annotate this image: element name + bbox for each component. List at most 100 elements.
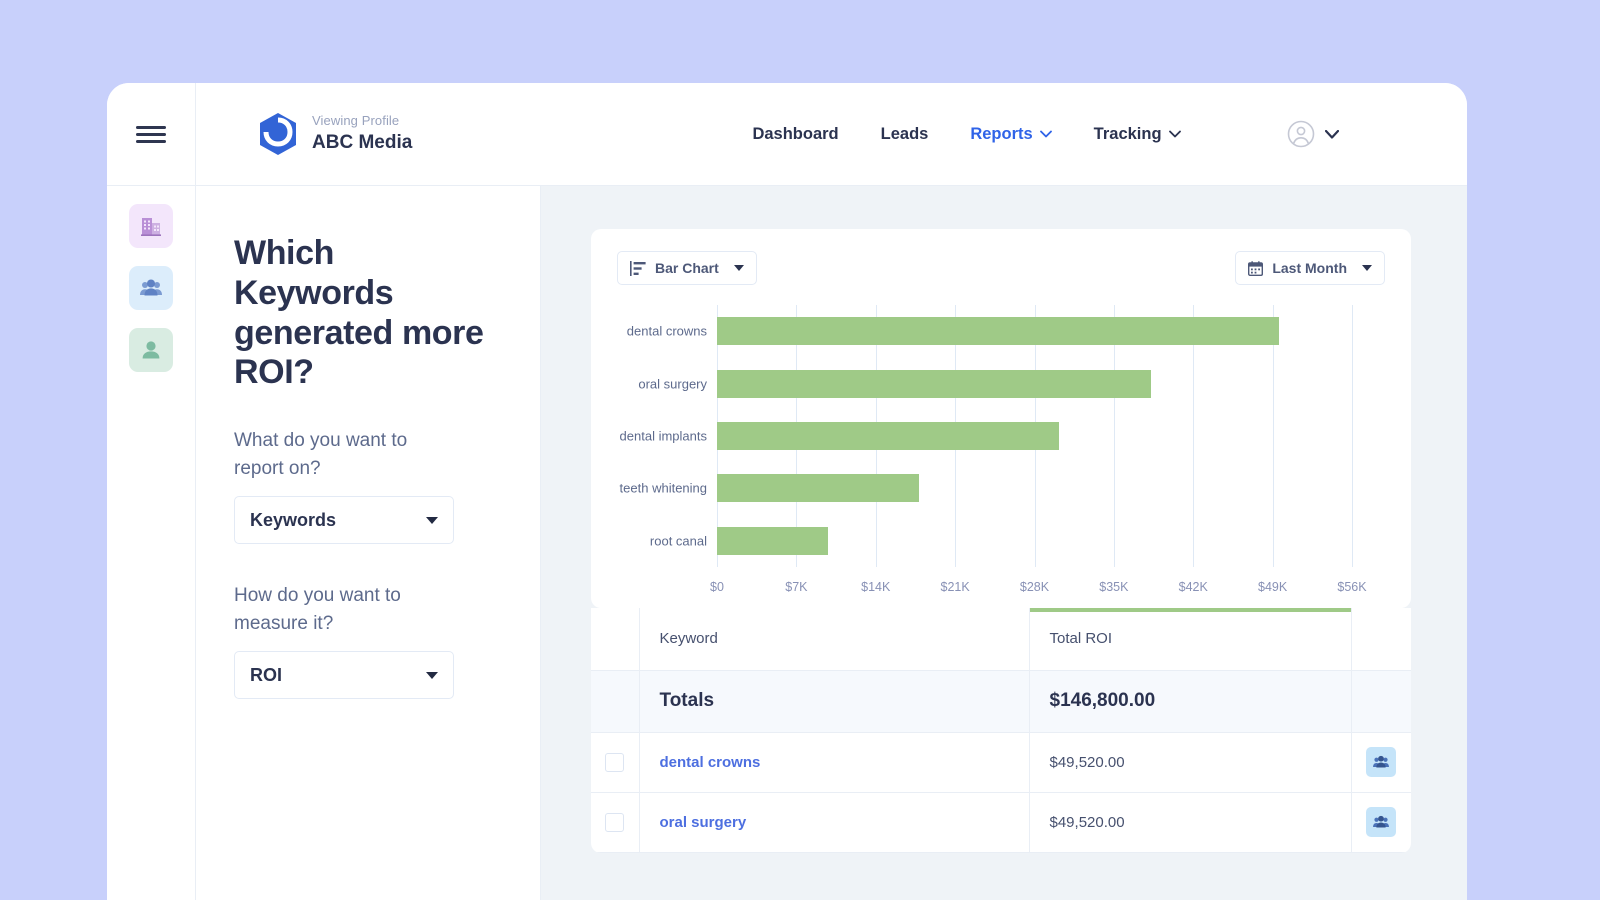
chart-type-label: Bar Chart [655, 260, 719, 276]
nav-label: Tracking [1093, 124, 1162, 143]
row-select-cell [591, 732, 640, 793]
action-header [1351, 608, 1411, 671]
chart-x-tick-label: $14K [861, 580, 891, 594]
measure-by-value: ROI [250, 664, 283, 685]
chart-category-label: dental implants [619, 428, 707, 444]
nav-label: Reports [970, 124, 1033, 143]
report-on-select[interactable]: Keywords [234, 496, 454, 545]
chart-bar[interactable] [717, 526, 829, 555]
date-range-select[interactable]: Last Month [1235, 251, 1385, 285]
date-range-label: Last Month [1272, 260, 1347, 276]
row-select-cell [591, 792, 640, 853]
measure-by-select[interactable]: ROI [234, 651, 454, 700]
results-table: Keyword Total ROI Totals $146,800.00 denta… [591, 608, 1411, 853]
building-icon [141, 218, 161, 236]
chart-bar[interactable] [717, 474, 919, 503]
chart-category-axis: dental crowns oral surgery dental implants… [617, 305, 717, 600]
table-row[interactable]: oral surgery $49,520.00 [591, 792, 1411, 853]
chevron-down-icon [1039, 130, 1052, 138]
total-roi-header[interactable]: Total ROI [1029, 608, 1352, 671]
hexagon-logo-icon [260, 113, 296, 155]
chart-category-label: oral surgery [638, 376, 707, 392]
person-icon [142, 341, 160, 359]
group-icon [140, 279, 162, 296]
view-leads-button[interactable] [1365, 747, 1396, 777]
chart-bar[interactable] [717, 317, 1279, 346]
totals-value: $146,800.00 [1029, 670, 1352, 733]
report-on-value: Keywords [250, 509, 337, 530]
brand-kicker: Viewing Profile [312, 112, 400, 128]
table-header-row: Keyword Total ROI [591, 608, 1411, 671]
chart-category-label: dental crowns [626, 323, 707, 339]
row-action-cell [1351, 732, 1411, 793]
keyword-link[interactable]: dental crowns [660, 754, 761, 771]
chevron-down-icon [1362, 265, 1372, 271]
chart-x-tick-label: $35K [1099, 580, 1129, 594]
row-action-cell [1351, 792, 1411, 853]
app-window: Viewing Profile ABC Media Dashboard Lead… [107, 83, 1467, 900]
nav-label: Dashboard [752, 124, 839, 143]
totals-label: Totals [639, 670, 1030, 733]
row-checkbox[interactable] [605, 812, 625, 832]
chart-bar[interactable] [717, 422, 1060, 450]
chart-bar[interactable] [717, 369, 1152, 398]
chevron-down-icon [426, 671, 438, 679]
measure-by-label: How do you want to measure it? [234, 585, 401, 634]
hamburger-icon [136, 122, 166, 147]
hamburger-menu-button[interactable] [107, 83, 196, 185]
row-checkbox[interactable] [605, 752, 625, 772]
report-question-panel: Which Keywords generated more ROI? What … [196, 186, 541, 900]
nav-item-leads[interactable]: Leads [881, 125, 929, 144]
group-icon [1372, 815, 1389, 828]
nav-item-tracking[interactable]: Tracking [1094, 125, 1181, 144]
nav-label: Leads [880, 124, 929, 143]
row-keyword-cell: dental crowns [639, 732, 1030, 793]
chevron-down-icon [1168, 130, 1181, 138]
chevron-down-icon [733, 265, 744, 271]
roi-bar-chart: dental crowns oral surgery dental implants… [617, 305, 1385, 600]
brand-name: ABC Media [312, 131, 413, 153]
report-on-label: What do you want to report on? [234, 430, 408, 479]
rail-item-profile[interactable] [129, 328, 173, 372]
chart-x-tick-label: $49K [1258, 580, 1288, 594]
user-circle-icon [1287, 120, 1315, 148]
nav-item-reports[interactable]: Reports [970, 124, 1052, 144]
icon-rail [107, 186, 196, 900]
chart-x-tick-label: $56K [1337, 580, 1367, 594]
account-menu[interactable] [1287, 83, 1467, 185]
chart-type-select[interactable]: Bar Chart [617, 251, 757, 285]
select-all-header [591, 608, 640, 671]
chart-x-tick-label: $21K [940, 580, 970, 594]
chart-category-label: teeth whitening [619, 480, 707, 496]
chevron-down-icon [426, 516, 438, 524]
group-icon [1372, 755, 1389, 768]
totals-check-cell [591, 670, 640, 733]
page-title: Which Keywords generated more ROI? [234, 234, 484, 392]
keyword-header[interactable]: Keyword [639, 608, 1030, 671]
calendar-icon [1248, 260, 1264, 276]
chart-category-label: root canal [649, 533, 707, 549]
table-row[interactable]: dental crowns $49,520.00 [591, 732, 1411, 793]
totals-action-cell [1351, 670, 1411, 733]
rail-item-accounts[interactable] [129, 204, 173, 248]
bar-chart-icon [630, 260, 646, 276]
chart-x-tick-label: $42K [1178, 580, 1208, 594]
view-leads-button[interactable] [1365, 807, 1396, 837]
nav-item-dashboard[interactable]: Dashboard [752, 125, 838, 144]
chart-x-tick-label: $7K [785, 580, 808, 594]
table-totals-row: Totals $146,800.00 [591, 670, 1411, 733]
chart-x-tick-label: $28K [1019, 580, 1050, 594]
chart-x-tick-label: $0 [710, 580, 724, 594]
report-content: Bar Chart Last Month dental crowns oral … [541, 186, 1467, 900]
app-body: Which Keywords generated more ROI? What … [107, 186, 1467, 900]
row-keyword-cell: oral surgery [639, 792, 1030, 853]
rail-item-contacts[interactable] [129, 266, 173, 310]
row-total-roi: $49,520.00 [1029, 792, 1352, 853]
chart-card: Bar Chart Last Month dental crowns oral … [591, 229, 1411, 608]
keyword-link[interactable]: oral surgery [660, 814, 747, 831]
top-navigation-bar: Viewing Profile ABC Media Dashboard Lead… [107, 83, 1467, 186]
results-table-card: Keyword Total ROI Totals $146,800.00 denta… [591, 608, 1411, 853]
brand-profile[interactable]: Viewing Profile ABC Media [196, 83, 646, 185]
main-nav: Dashboard Leads Reports Tracking [646, 83, 1287, 185]
chart-plot-area: $0 $7K $14K $21K $28K $35K $42K $49K $56K [710, 305, 1385, 600]
